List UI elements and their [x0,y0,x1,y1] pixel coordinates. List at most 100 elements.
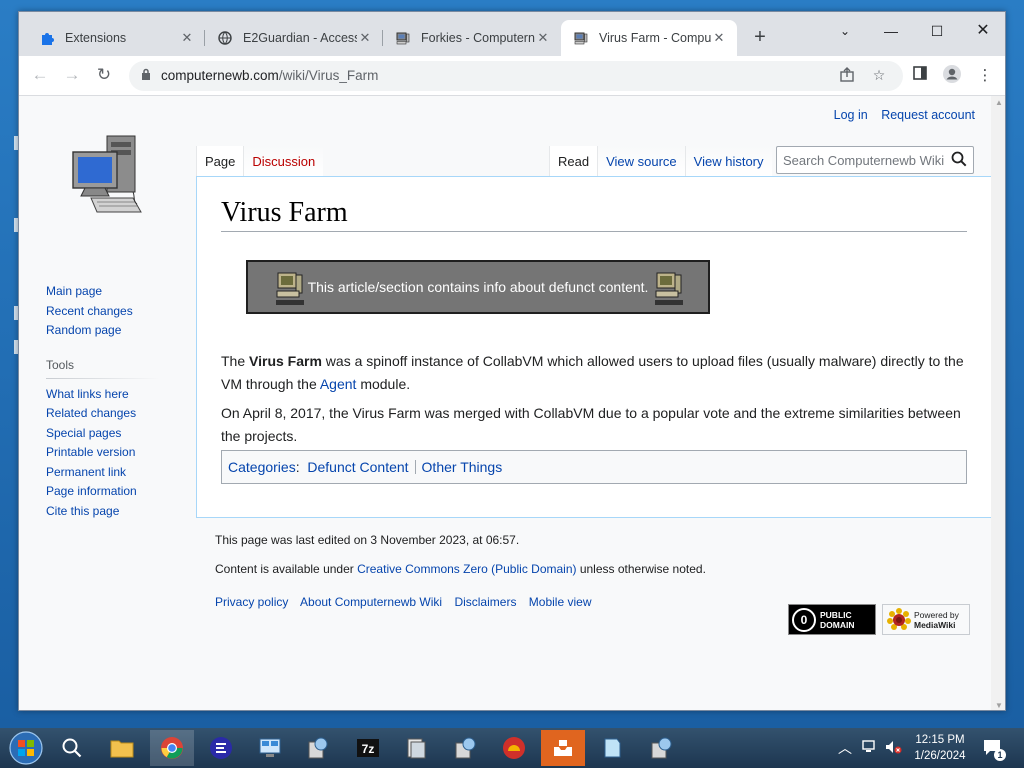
disclaimers-link[interactable]: Disclaimers [454,595,516,609]
minimize-button[interactable]: — [868,18,914,46]
reload-button[interactable]: ↻ [91,64,117,88]
scroll-down-icon[interactable]: ▼ [995,701,1003,710]
tab-forkies[interactable]: Forkies - Computernewb Wiki ✕ [383,20,561,56]
login-link[interactable]: Log in [834,108,868,122]
sidebar-item-main-page[interactable]: Main page [46,282,186,302]
volume-muted-icon[interactable] [884,739,902,758]
sidebar-item-what-links-here[interactable]: What links here [46,385,186,405]
category-other-things[interactable]: Other Things [422,459,503,475]
sidebar-item-page-information[interactable]: Page information [46,482,186,502]
computer-icon [573,30,589,46]
chevron-up-icon[interactable]: ︿ [838,738,852,758]
close-icon[interactable]: ✕ [711,30,727,46]
chrome-taskbar-button[interactable] [150,730,194,766]
search-taskbar-button[interactable] [50,730,94,766]
defunct-computer-icon [276,272,304,305]
action-center-button[interactable]: 1 [982,737,1006,761]
sidebar-item-permanent-link[interactable]: Permanent link [46,463,186,483]
sidebar-item-cite-this-page[interactable]: Cite this page [46,502,186,522]
tab-page[interactable]: Page [196,146,244,177]
red-circle-app-icon [503,737,525,759]
start-button[interactable] [4,730,48,766]
windows-orb-icon [9,731,43,765]
tab-extensions[interactable]: Extensions ✕ [27,20,205,56]
network-icon[interactable] [862,739,878,758]
category-defunct-content[interactable]: Defunct Content [307,459,408,475]
app-e-button[interactable] [199,730,243,766]
maximize-button[interactable]: ☐ [914,18,960,46]
control-panel-button[interactable] [248,730,292,766]
tab-search-button[interactable]: ⌄ [822,18,868,46]
tab-view-source[interactable]: View source [597,146,685,177]
browser-window: Extensions ✕ E2Guardian - Access Denied … [18,11,1006,711]
page-title: Virus Farm [221,197,967,232]
7zip-button[interactable]: 7z [346,730,390,766]
app-package-button[interactable] [443,730,487,766]
about-link[interactable]: About Computernewb Wiki [300,595,442,609]
privacy-policy-link[interactable]: Privacy policy [215,595,288,609]
close-icon[interactable]: ✕ [357,30,373,46]
chrome-icon [161,737,183,759]
vertical-scrollbar[interactable]: ▲ ▼ [991,96,1005,710]
app-red-button[interactable] [492,730,536,766]
clock-time: 12:15 PM [915,734,965,746]
tab-title: Extensions [65,31,127,45]
new-tab-button[interactable]: + [747,26,773,50]
close-window-button[interactable]: ✕ [960,18,1005,46]
license-link[interactable]: Creative Commons Zero (Public Domain) [357,562,576,576]
tab-e2guardian[interactable]: E2Guardian - Access Denied ✕ [205,20,383,56]
scroll-up-icon[interactable]: ▲ [995,98,1003,107]
side-panel-icon[interactable] [908,64,932,88]
menu-kebab-icon[interactable]: ⋮ [973,64,997,88]
tab-title: Forkies - Computernewb Wiki [421,31,535,45]
app-document-button[interactable] [394,730,438,766]
close-icon[interactable]: ✕ [535,30,551,46]
sidebar-item-related-changes[interactable]: Related changes [46,404,186,424]
lock-icon [141,68,151,83]
tab-read[interactable]: Read [549,146,598,177]
paragraph-intro: The Virus Farm was a spinoff instance of… [221,353,964,392]
app-setup-button[interactable] [639,730,683,766]
share-icon[interactable] [837,67,857,87]
address-bar[interactable]: computernewb.com/wiki/Virus_Farm ☆ [129,61,903,91]
bookmark-star-icon[interactable]: ☆ [869,67,889,87]
mediawiki-sunflower-icon [887,607,911,630]
profile-icon[interactable] [940,64,964,88]
7zip-icon: 7z [357,739,379,757]
sidebar-item-special-pages[interactable]: Special pages [46,424,186,444]
app-active-button[interactable] [541,730,585,766]
search-icon[interactable] [950,150,968,168]
search-input[interactable]: Search Computernewb Wiki [776,146,974,174]
back-button[interactable]: ← [27,64,53,88]
request-account-link[interactable]: Request account [881,108,975,122]
tab-virus-farm[interactable]: Virus Farm - Computernewb Wiki ✕ [561,20,737,56]
forward-button[interactable]: → [59,64,85,88]
wiki-logo[interactable] [71,132,143,220]
agent-link[interactable]: Agent [320,376,357,392]
app-e-icon [210,737,232,759]
app-notepad-button[interactable] [590,730,634,766]
sidebar-item-printable-version[interactable]: Printable version [46,443,186,463]
app-installer-button[interactable] [296,730,340,766]
mobile-view-link[interactable]: Mobile view [529,595,592,609]
view-tabs: Read View source View history [549,146,772,177]
file-explorer-button[interactable] [100,730,144,766]
installer-icon [308,737,328,759]
globe-icon [217,30,233,46]
defunct-computer-icon [655,272,683,305]
sidebar-navigation: Main page Recent changes Random page Too… [46,282,186,521]
categories-link[interactable]: Categories [228,459,296,475]
close-icon[interactable]: ✕ [179,30,195,46]
notification-count-badge: 1 [994,749,1006,761]
sidebar-item-recent-changes[interactable]: Recent changes [46,302,186,322]
sidebar-item-random-page[interactable]: Random page [46,321,186,341]
tab-view-history[interactable]: View history [684,146,772,177]
category-links: Categories: Defunct Content Other Things [221,450,967,484]
puzzle-icon [39,30,55,46]
search-icon [62,738,82,758]
browser-toolbar: ← → ↻ computernewb.com/wiki/Virus_Farm ☆… [19,56,1005,96]
public-domain-badge[interactable]: 0 PUBLIC DOMAIN [788,604,876,635]
clock[interactable]: 12:15 PM 1/26/2024 [912,732,968,764]
tab-discussion[interactable]: Discussion [243,146,324,177]
powered-by-mediawiki-badge[interactable]: Powered by MediaWiki [882,604,970,635]
